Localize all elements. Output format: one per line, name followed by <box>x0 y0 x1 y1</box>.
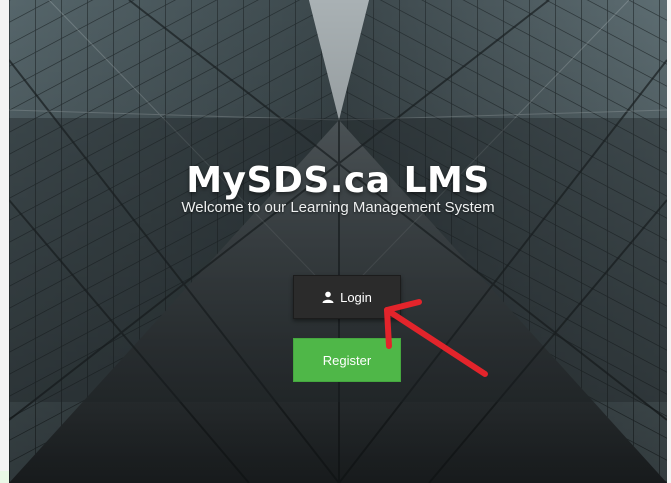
site-subtitle: Welcome to our Learning Management Syste… <box>181 199 495 216</box>
register-button-label: Register <box>322 352 372 368</box>
hero-banner: MySDS.ca LMS Welcome to our Learning Man… <box>9 0 667 483</box>
login-button-label: Login <box>340 289 372 305</box>
site-title: MySDS.ca LMS <box>186 160 490 202</box>
login-button[interactable]: Login <box>293 275 401 319</box>
page: MySDS.ca LMS Welcome to our Learning Man… <box>0 0 671 483</box>
bottom-corner-tint <box>0 471 9 483</box>
right-margin <box>667 0 671 483</box>
register-button[interactable]: Register <box>293 338 401 382</box>
user-icon <box>322 291 334 303</box>
left-margin <box>0 0 9 483</box>
